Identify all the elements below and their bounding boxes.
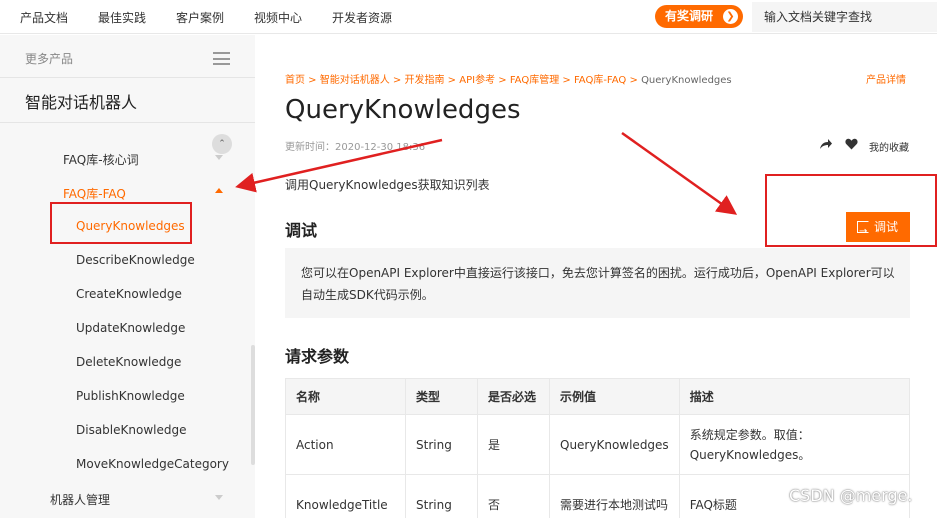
update-time: 更新时间：2020-12-30 18:36 (285, 142, 426, 153)
divider (0, 122, 255, 123)
more-products-label[interactable]: 更多产品 (25, 50, 73, 67)
nav-item-best-practices[interactable]: 最佳实践 (98, 9, 146, 26)
top-nav: 产品文档 最佳实践 客户案例 视频中心 开发者资源 有奖调研 ❯ (0, 0, 937, 34)
table-row: Action String 是 QueryKnowledges 系统规定参数。取… (285, 414, 911, 475)
sidebar: 更多产品 智能对话机器人 ⌃ FAQ库-核心词 FAQ库-FAQ QueryKn… (0, 35, 255, 518)
page-title: QueryKnowledges (285, 95, 521, 125)
annotation-box-selected-item (50, 202, 192, 244)
col-name: 名称 (285, 378, 406, 415)
divider (0, 77, 255, 78)
breadcrumb-home[interactable]: 首页 (285, 75, 305, 86)
cell-example: 需要进行本地测试吗 (549, 474, 680, 518)
breadcrumb-current: QueryKnowledges (641, 75, 732, 86)
sidebar-item-publish-knowledge[interactable]: PublishKnowledge (76, 389, 185, 403)
col-type: 类型 (405, 378, 478, 415)
share-icon[interactable] (819, 138, 833, 150)
chevron-up-icon[interactable]: ⌃ (212, 134, 232, 154)
cell-required: 是 (477, 414, 550, 475)
cell-name: KnowledgeTitle (285, 474, 406, 518)
request-params-title: 请求参数 (285, 347, 350, 366)
sidebar-item-robot-management[interactable]: 机器人管理 (50, 491, 110, 508)
cell-description: 系统规定参数。取值：QueryKnowledges。 (678, 414, 911, 475)
breadcrumb-dev-guide[interactable]: 开发指南 (405, 75, 445, 86)
cell-type: String (405, 474, 478, 518)
sidebar-item-move-knowledge-category[interactable]: MoveKnowledgeCategory (76, 457, 229, 471)
sidebar-item-disable-knowledge[interactable]: DisableKnowledge (76, 423, 186, 437)
arrow-to-debug-button (621, 131, 738, 215)
menu-icon[interactable] (213, 52, 230, 65)
debug-note: 您可以在OpenAPI Explorer中直接运行该接口，免去您计算签名的困扰。… (285, 248, 910, 318)
nav-item-cases[interactable]: 客户案例 (176, 9, 224, 26)
cell-name: Action (285, 414, 406, 475)
watermark: CSDN @merge. (789, 486, 913, 505)
survey-label: 有奖调研 (665, 9, 714, 23)
nav-item-docs[interactable]: 产品文档 (20, 9, 68, 26)
chevron-down-icon (215, 495, 223, 500)
product-detail-link[interactable]: 产品详情 (866, 71, 906, 86)
sidebar-item-describe-knowledge[interactable]: DescribeKnowledge (76, 253, 195, 267)
chevron-down-icon (215, 155, 223, 160)
product-title: 智能对话机器人 (25, 93, 138, 112)
sidebar-scrollbar[interactable] (251, 345, 255, 465)
cell-type: String (405, 414, 478, 475)
intro-text: 调用QueryKnowledges获取知识列表 (285, 178, 490, 192)
chevron-up-icon (215, 188, 223, 193)
sidebar-item-faq[interactable]: FAQ库-FAQ (63, 185, 126, 202)
search-input[interactable] (752, 2, 937, 32)
table-header-row: 名称 类型 是否必选 示例值 描述 (285, 378, 911, 415)
breadcrumb-api-ref[interactable]: API参考 (459, 75, 495, 86)
chevron-right-icon: ❯ (723, 9, 738, 24)
breadcrumb: 首页 > 智能对话机器人 > 开发指南 > API参考 > FAQ库管理 > F… (285, 75, 732, 86)
heart-icon[interactable] (845, 138, 858, 150)
sidebar-item-create-knowledge[interactable]: CreateKnowledge (76, 287, 182, 301)
col-required: 是否必选 (477, 378, 550, 415)
annotation-box-debug-button (765, 174, 937, 247)
col-description: 描述 (678, 378, 911, 415)
sidebar-item-faq-core-words[interactable]: FAQ库-核心词 (63, 151, 139, 168)
sidebar-item-update-knowledge[interactable]: UpdateKnowledge (76, 321, 185, 335)
cell-required: 否 (477, 474, 550, 518)
col-example: 示例值 (549, 378, 680, 415)
survey-button[interactable]: 有奖调研 ❯ (655, 5, 743, 28)
my-favorites-label[interactable]: 我的收藏 (869, 139, 909, 154)
sidebar-item-delete-knowledge[interactable]: DeleteKnowledge (76, 355, 181, 369)
debug-note-text: 您可以在OpenAPI Explorer中直接运行该接口，免去您计算签名的困扰。… (301, 266, 895, 302)
nav-item-videos[interactable]: 视频中心 (254, 9, 302, 26)
nav-item-dev-resources[interactable]: 开发者资源 (332, 9, 392, 26)
breadcrumb-faq-mgmt[interactable]: FAQ库管理 (510, 75, 559, 86)
breadcrumb-faq[interactable]: FAQ库-FAQ (574, 75, 626, 86)
breadcrumb-product[interactable]: 智能对话机器人 (320, 75, 390, 86)
cell-example: QueryKnowledges (549, 414, 680, 475)
debug-section-title: 调试 (285, 221, 318, 240)
